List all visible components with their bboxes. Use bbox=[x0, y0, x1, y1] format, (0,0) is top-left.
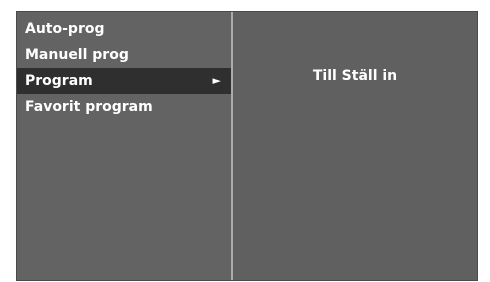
menu-item-favorit-program[interactable]: Favorit program bbox=[17, 94, 231, 120]
menu-list: Auto-prog Manuell prog Program ► Favorit… bbox=[17, 16, 231, 120]
tv-menu-screen: Auto-prog Manuell prog Program ► Favorit… bbox=[16, 11, 478, 281]
menu-item-auto-prog[interactable]: Auto-prog bbox=[17, 16, 231, 42]
menu-item-label: Auto-prog bbox=[25, 21, 105, 37]
menu-item-program[interactable]: Program ► bbox=[17, 68, 231, 94]
menu-item-label: Favorit program bbox=[25, 99, 153, 115]
menu-item-label: Manuell prog bbox=[25, 47, 129, 63]
submenu-label[interactable]: Till Ställ in bbox=[233, 68, 477, 84]
arrow-right-icon: ► bbox=[212, 74, 221, 87]
menu-item-label: Program bbox=[25, 73, 93, 89]
menu-item-manuell-prog[interactable]: Manuell prog bbox=[17, 42, 231, 68]
menu-panel: Auto-prog Manuell prog Program ► Favorit… bbox=[17, 12, 231, 280]
submenu-panel: Till Ställ in bbox=[233, 12, 477, 280]
